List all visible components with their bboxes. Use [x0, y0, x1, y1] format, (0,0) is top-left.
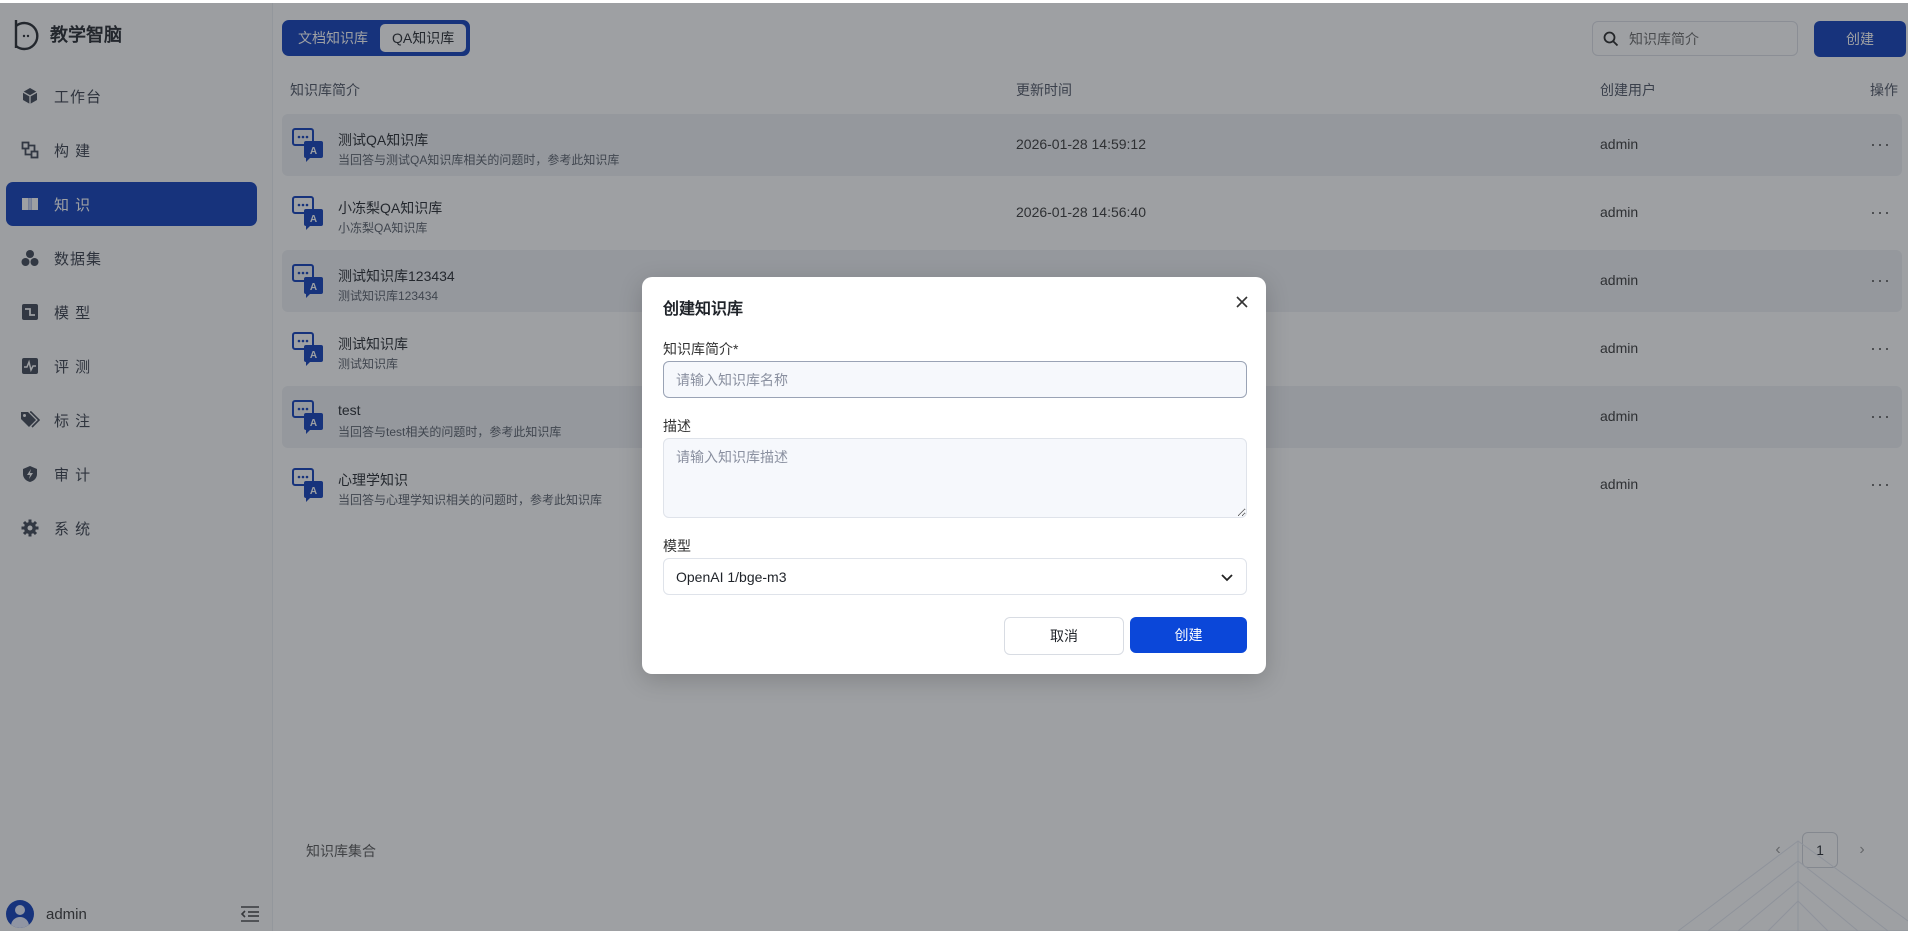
model-select-value: OpenAI 1/bge-m3	[676, 568, 787, 585]
kb-name-input[interactable]	[663, 361, 1247, 398]
dialog-title: 创建知识库	[663, 301, 744, 318]
create-button[interactable]: 创建	[1130, 617, 1247, 653]
desc-label: 描述	[663, 418, 691, 434]
top-edge	[0, 0, 1908, 3]
model-select[interactable]: OpenAI 1/bge-m3	[663, 558, 1247, 595]
close-icon[interactable]	[1233, 293, 1251, 311]
kb-desc-input[interactable]	[663, 438, 1247, 518]
chevron-down-icon	[1221, 574, 1233, 582]
kb-name-label: 知识库简介*	[663, 341, 739, 357]
cancel-button[interactable]: 取消	[1004, 617, 1124, 655]
create-kb-dialog: 创建知识库 知识库简介* 描述 模型 OpenAI 1/bge-m3 取消 创建	[642, 277, 1266, 674]
model-label: 模型	[663, 538, 691, 554]
